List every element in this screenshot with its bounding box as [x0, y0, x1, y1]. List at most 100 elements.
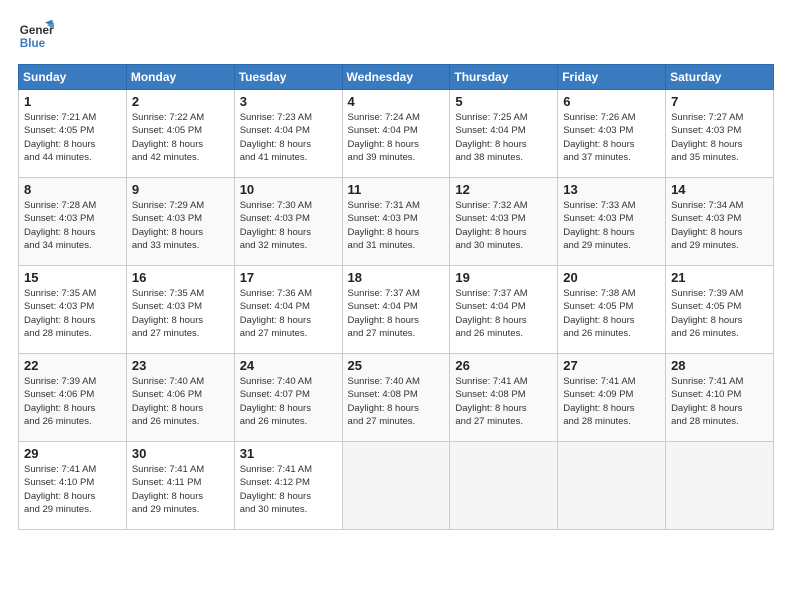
- calendar-cell: [342, 442, 450, 530]
- day-info: Sunrise: 7:38 AM Sunset: 4:05 PM Dayligh…: [563, 287, 660, 340]
- day-info: Sunrise: 7:22 AM Sunset: 4:05 PM Dayligh…: [132, 111, 229, 164]
- day-number: 1: [24, 94, 121, 109]
- calendar-cell: 3Sunrise: 7:23 AM Sunset: 4:04 PM Daylig…: [234, 90, 342, 178]
- day-number: 29: [24, 446, 121, 461]
- day-number: 19: [455, 270, 552, 285]
- day-info: Sunrise: 7:37 AM Sunset: 4:04 PM Dayligh…: [455, 287, 552, 340]
- day-info: Sunrise: 7:35 AM Sunset: 4:03 PM Dayligh…: [132, 287, 229, 340]
- day-number: 7: [671, 94, 768, 109]
- day-info: Sunrise: 7:37 AM Sunset: 4:04 PM Dayligh…: [348, 287, 445, 340]
- day-info: Sunrise: 7:39 AM Sunset: 4:05 PM Dayligh…: [671, 287, 768, 340]
- calendar-cell: 29Sunrise: 7:41 AM Sunset: 4:10 PM Dayli…: [19, 442, 127, 530]
- calendar-cell: 26 Sunrise: 7:41 AM Sunset: 4:08 PM Dayli…: [450, 354, 558, 442]
- calendar-cell: 30 Sunrise: 7:41 AM Sunset: 4:11 PM Dayli…: [126, 442, 234, 530]
- calendar-cell: 17 Sunrise: 7:36 AM Sunset: 4:04 PM Dayli…: [234, 266, 342, 354]
- day-number: 31: [240, 446, 337, 461]
- day-info: Sunrise: 7:41 AM Sunset: 4:11 PM Dayligh…: [132, 463, 229, 516]
- day-number: 4: [348, 94, 445, 109]
- day-number: 5: [455, 94, 552, 109]
- page-header: General Blue: [18, 18, 774, 54]
- calendar-cell: 16 Sunrise: 7:35 AM Sunset: 4:03 PM Dayli…: [126, 266, 234, 354]
- day-info: Sunrise: 7:24 AM Sunset: 4:04 PM Dayligh…: [348, 111, 445, 164]
- day-info: Sunrise: 7:33 AM Sunset: 4:03 PM Dayligh…: [563, 199, 660, 252]
- day-number: 17: [240, 270, 337, 285]
- day-info: Sunrise: 7:36 AM Sunset: 4:04 PM Dayligh…: [240, 287, 337, 340]
- day-number: 28: [671, 358, 768, 373]
- day-info: Sunrise: 7:21 AM Sunset: 4:05 PM Dayligh…: [24, 111, 121, 164]
- calendar-cell: 21 Sunrise: 7:39 AM Sunset: 4:05 PM Dayli…: [666, 266, 774, 354]
- day-number: 16: [132, 270, 229, 285]
- day-info: Sunrise: 7:41 AM Sunset: 4:10 PM Dayligh…: [671, 375, 768, 428]
- calendar-cell: 1 Sunrise: 7:21 AM Sunset: 4:05 PM Daylig…: [19, 90, 127, 178]
- calendar-week-1: 1 Sunrise: 7:21 AM Sunset: 4:05 PM Daylig…: [19, 90, 774, 178]
- day-info: Sunrise: 7:25 AM Sunset: 4:04 PM Dayligh…: [455, 111, 552, 164]
- day-info: Sunrise: 7:41 AM Sunset: 4:09 PM Dayligh…: [563, 375, 660, 428]
- day-number: 21: [671, 270, 768, 285]
- day-number: 12: [455, 182, 552, 197]
- calendar-week-4: 22Sunrise: 7:39 AM Sunset: 4:06 PM Dayli…: [19, 354, 774, 442]
- day-number: 9: [132, 182, 229, 197]
- day-number: 20: [563, 270, 660, 285]
- day-number: 18: [348, 270, 445, 285]
- calendar-cell: 19 Sunrise: 7:37 AM Sunset: 4:04 PM Dayli…: [450, 266, 558, 354]
- day-number: 26: [455, 358, 552, 373]
- calendar-cell: 24 Sunrise: 7:40 AM Sunset: 4:07 PM Dayli…: [234, 354, 342, 442]
- day-number: 13: [563, 182, 660, 197]
- day-number: 15: [24, 270, 121, 285]
- weekday-header-sunday: Sunday: [19, 65, 127, 90]
- day-number: 24: [240, 358, 337, 373]
- calendar-table: SundayMondayTuesdayWednesdayThursdayFrid…: [18, 64, 774, 530]
- logo-icon: General Blue: [18, 18, 54, 54]
- weekday-header-wednesday: Wednesday: [342, 65, 450, 90]
- calendar-week-5: 29Sunrise: 7:41 AM Sunset: 4:10 PM Dayli…: [19, 442, 774, 530]
- day-number: 27: [563, 358, 660, 373]
- calendar-week-3: 15 Sunrise: 7:35 AM Sunset: 4:03 PM Dayli…: [19, 266, 774, 354]
- calendar-cell: 12Sunrise: 7:32 AM Sunset: 4:03 PM Dayli…: [450, 178, 558, 266]
- calendar-cell: 27 Sunrise: 7:41 AM Sunset: 4:09 PM Dayli…: [558, 354, 666, 442]
- day-number: 23: [132, 358, 229, 373]
- day-info: Sunrise: 7:41 AM Sunset: 4:08 PM Dayligh…: [455, 375, 552, 428]
- calendar-cell: 25 Sunrise: 7:40 AM Sunset: 4:08 PM Dayli…: [342, 354, 450, 442]
- calendar-cell: 31 Sunrise: 7:41 AM Sunset: 4:12 PM Dayli…: [234, 442, 342, 530]
- calendar-cell: 11Sunrise: 7:31 AM Sunset: 4:03 PM Dayli…: [342, 178, 450, 266]
- weekday-header-thursday: Thursday: [450, 65, 558, 90]
- calendar-cell: 10Sunrise: 7:30 AM Sunset: 4:03 PM Dayli…: [234, 178, 342, 266]
- calendar-cell: 28 Sunrise: 7:41 AM Sunset: 4:10 PM Dayli…: [666, 354, 774, 442]
- day-info: Sunrise: 7:30 AM Sunset: 4:03 PM Dayligh…: [240, 199, 337, 252]
- weekday-header-friday: Friday: [558, 65, 666, 90]
- calendar-cell: 22Sunrise: 7:39 AM Sunset: 4:06 PM Dayli…: [19, 354, 127, 442]
- day-info: Sunrise: 7:40 AM Sunset: 4:07 PM Dayligh…: [240, 375, 337, 428]
- calendar-cell: [666, 442, 774, 530]
- day-number: 25: [348, 358, 445, 373]
- calendar-cell: 9 Sunrise: 7:29 AM Sunset: 4:03 PM Daylig…: [126, 178, 234, 266]
- day-info: Sunrise: 7:40 AM Sunset: 4:08 PM Dayligh…: [348, 375, 445, 428]
- day-info: Sunrise: 7:35 AM Sunset: 4:03 PM Dayligh…: [24, 287, 121, 340]
- day-number: 22: [24, 358, 121, 373]
- calendar-cell: 7 Sunrise: 7:27 AM Sunset: 4:03 PM Daylig…: [666, 90, 774, 178]
- weekday-header-saturday: Saturday: [666, 65, 774, 90]
- day-info: Sunrise: 7:28 AM Sunset: 4:03 PM Dayligh…: [24, 199, 121, 252]
- day-number: 8: [24, 182, 121, 197]
- calendar-cell: 4 Sunrise: 7:24 AM Sunset: 4:04 PM Daylig…: [342, 90, 450, 178]
- day-info: Sunrise: 7:40 AM Sunset: 4:06 PM Dayligh…: [132, 375, 229, 428]
- calendar-cell: 6Sunrise: 7:26 AM Sunset: 4:03 PM Daylig…: [558, 90, 666, 178]
- calendar-cell: 5 Sunrise: 7:25 AM Sunset: 4:04 PM Daylig…: [450, 90, 558, 178]
- day-info: Sunrise: 7:41 AM Sunset: 4:12 PM Dayligh…: [240, 463, 337, 516]
- calendar-cell: 14Sunrise: 7:34 AM Sunset: 4:03 PM Dayli…: [666, 178, 774, 266]
- calendar-cell: 15 Sunrise: 7:35 AM Sunset: 4:03 PM Dayli…: [19, 266, 127, 354]
- calendar-cell: 18 Sunrise: 7:37 AM Sunset: 4:04 PM Dayli…: [342, 266, 450, 354]
- calendar-cell: 20 Sunrise: 7:38 AM Sunset: 4:05 PM Dayli…: [558, 266, 666, 354]
- calendar-cell: 8 Sunrise: 7:28 AM Sunset: 4:03 PM Daylig…: [19, 178, 127, 266]
- day-info: Sunrise: 7:29 AM Sunset: 4:03 PM Dayligh…: [132, 199, 229, 252]
- calendar-cell: 2Sunrise: 7:22 AM Sunset: 4:05 PM Daylig…: [126, 90, 234, 178]
- day-number: 11: [348, 182, 445, 197]
- calendar-cell: [450, 442, 558, 530]
- calendar-cell: [558, 442, 666, 530]
- day-number: 30: [132, 446, 229, 461]
- logo: General Blue: [18, 18, 54, 54]
- weekday-header-tuesday: Tuesday: [234, 65, 342, 90]
- day-number: 14: [671, 182, 768, 197]
- weekday-header-monday: Monday: [126, 65, 234, 90]
- day-info: Sunrise: 7:27 AM Sunset: 4:03 PM Dayligh…: [671, 111, 768, 164]
- day-number: 3: [240, 94, 337, 109]
